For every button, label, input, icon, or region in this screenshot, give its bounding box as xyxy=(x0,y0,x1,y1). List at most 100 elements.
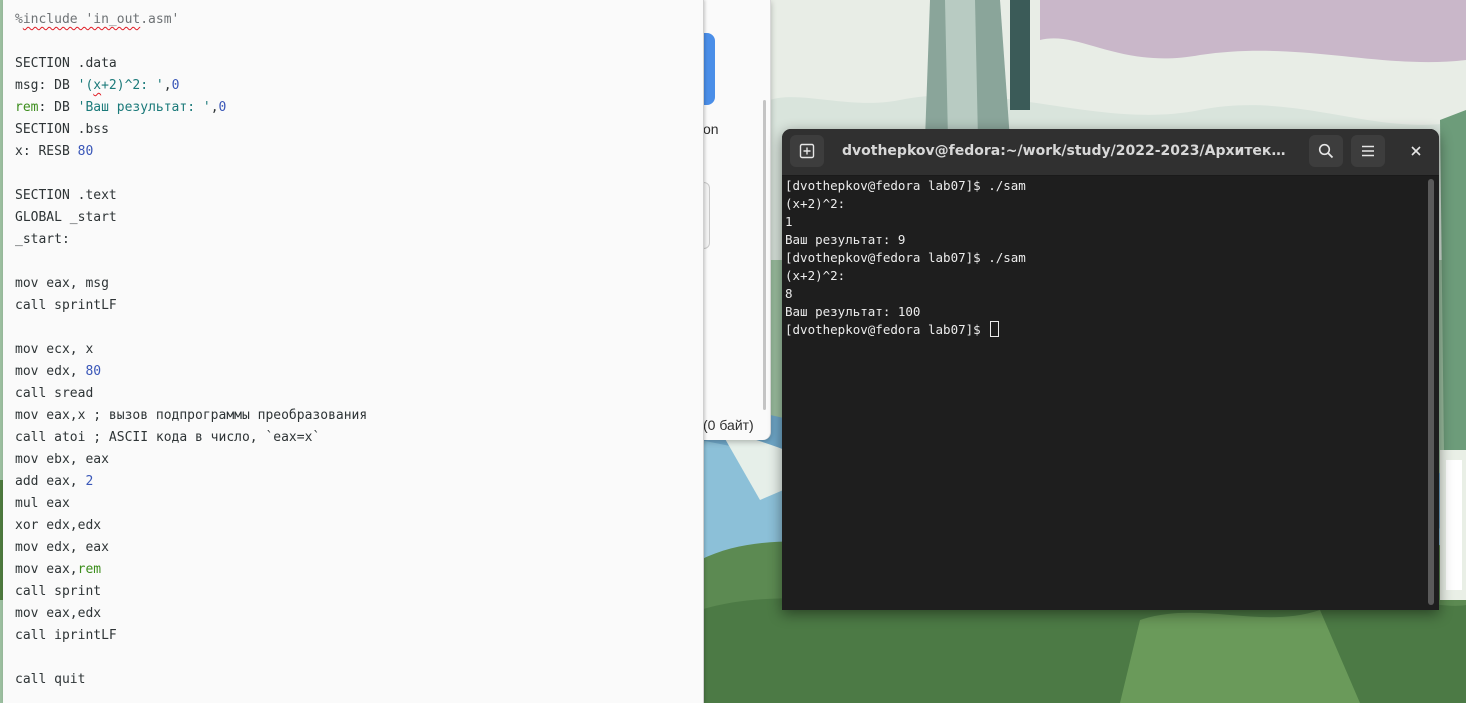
code-line: mul eax xyxy=(15,493,367,515)
code-line: mov edx, 80 xyxy=(15,361,367,383)
code-line: call sread xyxy=(15,383,367,405)
code-token: , xyxy=(210,100,219,115)
code-token: +2)^2: ' xyxy=(101,78,164,93)
code-line: mov eax,x ; вызов подпрограммы преобразо… xyxy=(15,405,367,427)
terminal-cursor xyxy=(990,321,1000,337)
code-token: .asm' xyxy=(140,12,180,27)
code-line: mov eax,edx xyxy=(15,603,367,625)
code-line: SECTION .bss xyxy=(15,119,367,141)
terminal-output[interactable]: [dvothepkov@fedora lab07]$ ./sam (x+2)^2:… xyxy=(785,177,1026,339)
code-line: call sprintLF xyxy=(15,295,367,317)
code-line: SECTION .data xyxy=(15,53,367,75)
code-line: GLOBAL _start xyxy=(15,207,367,229)
code-token: mul eax xyxy=(15,496,70,511)
code-token: xor edx,edx xyxy=(15,518,102,533)
background-scrollbar[interactable] xyxy=(763,100,766,410)
code-token: SECTION .bss xyxy=(15,122,109,137)
close-icon xyxy=(1411,146,1421,156)
code-line: mov edx, eax xyxy=(15,537,367,559)
terminal-line: Ваш результат: 9 xyxy=(785,232,906,247)
terminal-line: [dvothepkov@fedora lab07]$ ./sam xyxy=(785,178,1026,193)
code-token: x: RESB xyxy=(15,144,78,159)
search-button[interactable] xyxy=(1309,135,1343,167)
code-token: mov ebx, eax xyxy=(15,452,109,467)
terminal-line: 8 xyxy=(785,286,793,301)
code-line: mov eax,rem xyxy=(15,559,367,581)
code-token: _start: xyxy=(15,232,70,247)
search-icon xyxy=(1318,143,1334,159)
terminal-header-bar: dvothepkov@fedora:~/work/study/2022-2023… xyxy=(782,129,1439,176)
code-token: call quit xyxy=(15,672,86,687)
code-line: call sprint xyxy=(15,581,367,603)
code-token: call sprint xyxy=(15,584,102,599)
code-token: GLOBAL _start xyxy=(15,210,117,225)
code-token: 'Ваш результат: ' xyxy=(77,100,211,115)
terminal-line: 1 xyxy=(785,214,793,229)
code-token: 0 xyxy=(171,78,180,93)
terminal-line: (x+2)^2: xyxy=(785,268,846,283)
code-token: '( xyxy=(77,78,94,93)
new-tab-button[interactable] xyxy=(790,135,824,167)
terminal-scrollbar[interactable] xyxy=(1428,179,1434,605)
code-token: % xyxy=(15,12,23,27)
background-panel-box xyxy=(703,182,710,249)
code-token: SECTION .data xyxy=(15,56,117,71)
code-token: x xyxy=(93,78,102,93)
code-token: 2 xyxy=(85,474,94,489)
background-partial-label: on xyxy=(703,121,719,137)
code-view[interactable]: %include 'in_out.asm' SECTION .data msg: … xyxy=(15,9,367,691)
code-token: rem xyxy=(15,100,39,115)
code-token: call atoi ; ASCII кода в число, `eax=x` xyxy=(15,430,321,445)
code-token: mov edx, xyxy=(15,364,86,379)
code-token: mov ecx, x xyxy=(15,342,94,357)
code-line: add eax, 2 xyxy=(15,471,367,493)
background-primary-button[interactable] xyxy=(703,33,715,105)
close-button[interactable] xyxy=(1399,135,1433,167)
terminal-window[interactable]: dvothepkov@fedora:~/work/study/2022-2023… xyxy=(782,129,1439,610)
terminal-line: (x+2)^2: xyxy=(785,196,846,211)
code-line: xor edx,edx xyxy=(15,515,367,537)
code-line: x: RESB 80 xyxy=(15,141,367,163)
code-token: 80 xyxy=(85,364,102,379)
terminal-line: Ваш результат: 100 xyxy=(785,304,921,319)
background-status-size: (0 байт) xyxy=(703,417,754,433)
code-token: mov edx, eax xyxy=(15,540,109,555)
code-token: mov eax, msg xyxy=(15,276,109,291)
new-tab-icon xyxy=(799,143,815,159)
code-token: : DB xyxy=(38,100,78,115)
code-token: include 'in_out xyxy=(22,12,141,27)
text-editor-window[interactable]: %include 'in_out.asm' SECTION .data msg: … xyxy=(3,0,704,703)
code-line: rem: DB 'Ваш результат: ',0 xyxy=(15,97,367,119)
code-line: msg: DB '(x+2)^2: ',0 xyxy=(15,75,367,97)
terminal-line: [dvothepkov@fedora lab07]$ ./sam xyxy=(785,250,1026,265)
code-token: 0 xyxy=(218,100,227,115)
code-token: call sprintLF xyxy=(15,298,117,313)
code-token: msg: DB xyxy=(15,78,78,93)
code-token: 80 xyxy=(77,144,94,159)
terminal-title: dvothepkov@fedora:~/work/study/2022-2023… xyxy=(842,143,1292,159)
terminal-prompt: [dvothepkov@fedora lab07]$ xyxy=(785,322,989,337)
code-line: %include 'in_out.asm' xyxy=(15,9,367,31)
code-line: call iprintLF xyxy=(15,625,367,647)
terminal-prompt-line[interactable]: [dvothepkov@fedora lab07]$ xyxy=(785,321,1026,339)
code-token: add eax, xyxy=(15,474,86,489)
code-token: SECTION .text xyxy=(15,188,117,203)
code-token: mov eax,edx xyxy=(15,606,102,621)
code-line: _start: xyxy=(15,229,367,251)
code-token: , xyxy=(163,78,172,93)
code-line: call atoi ; ASCII кода в число, `eax=x` xyxy=(15,427,367,449)
code-line: mov ebx, eax xyxy=(15,449,367,471)
code-token: mov eax, xyxy=(15,562,78,577)
code-line: SECTION .text xyxy=(15,185,367,207)
hamburger-menu-icon xyxy=(1362,145,1374,157)
code-line: call quit xyxy=(15,669,367,691)
code-line: mov eax, msg xyxy=(15,273,367,295)
code-line: mov ecx, x xyxy=(15,339,367,361)
code-token: call sread xyxy=(15,386,94,401)
menu-button[interactable] xyxy=(1351,135,1385,167)
